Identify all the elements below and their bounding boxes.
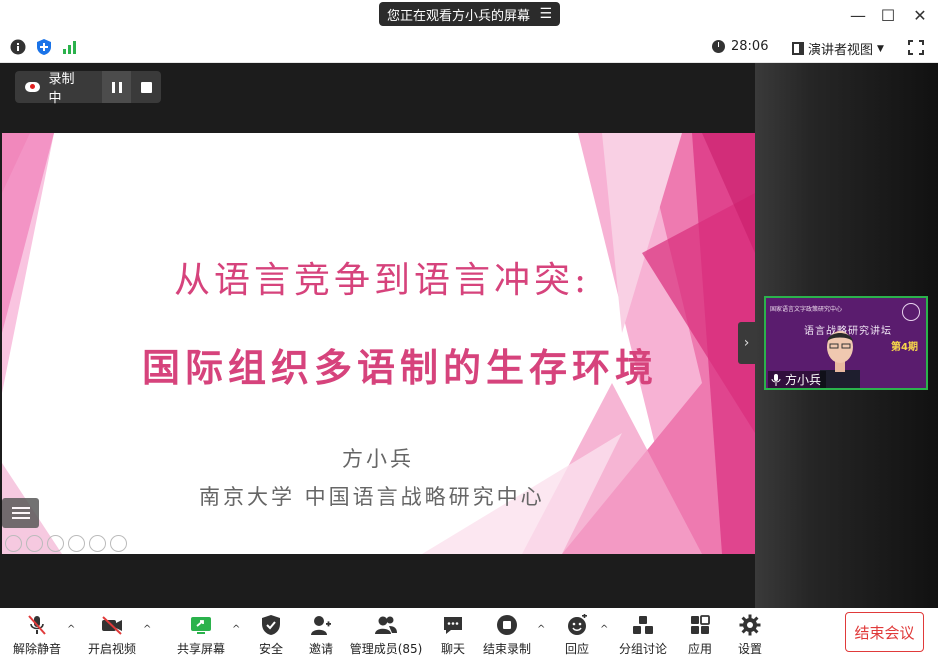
fullscreen-icon[interactable] — [908, 40, 924, 55]
reaction-icon — [568, 614, 587, 635]
invite-icon — [311, 616, 331, 635]
slides-grid-icon[interactable] — [68, 535, 85, 552]
unmute-label: 解除静音 — [13, 642, 62, 656]
breakout-rooms-button[interactable]: 分组讨论 — [619, 608, 668, 659]
chevron-down-icon: ▼ — [877, 43, 884, 54]
shared-screen-area: 录制中 从语言竞争到语言冲突: 国际组织多语制的生存环境 方小兵 南京大学 中国… — [0, 63, 755, 608]
cloud-record-icon — [25, 82, 41, 92]
zoom-icon[interactable] — [89, 535, 106, 552]
share-screen-icon — [191, 617, 211, 634]
invite-label: 邀请 — [308, 642, 333, 656]
settings-label: 设置 — [737, 642, 762, 656]
apps-label: 应用 — [687, 642, 712, 656]
security-button[interactable]: 安全 — [256, 608, 286, 659]
collapse-panel-chevron-icon[interactable]: › — [738, 322, 755, 364]
meeting-toolbar: 解除静音 ^ 开启视频 ^ 共享屏幕 ^ 安全 邀请 管理成员(85) 聊天 结… — [0, 608, 938, 659]
view-mode-label: 演讲者视图 — [808, 43, 874, 58]
recording-bar: 录制中 — [15, 71, 161, 106]
settings-button[interactable]: 设置 — [735, 608, 765, 659]
audio-options-chevron-icon[interactable]: ^ — [67, 624, 75, 635]
recording-status: 录制中 — [48, 72, 75, 106]
chat-button[interactable]: 聊天 — [438, 608, 468, 659]
maximize-button[interactable]: ☐ — [876, 6, 900, 25]
more-options-icon[interactable] — [110, 535, 127, 552]
participant-video-tile[interactable]: 国家语言文字政策研究中心 语言战略研究讲坛 第4期 方小兵 — [764, 296, 928, 390]
mic-icon — [771, 373, 781, 386]
gear-icon — [739, 614, 761, 636]
menu-icon[interactable]: ☰ — [539, 6, 552, 22]
participants-icon — [375, 616, 397, 634]
meeting-timer: 28:06 — [712, 39, 768, 54]
prev-slide-icon[interactable] — [5, 535, 22, 552]
info-bar: 28:06 演讲者视图 ▼ — [0, 32, 938, 63]
video-banner-issue: 第4期 — [891, 342, 918, 353]
slide-author: 方小兵 — [342, 447, 414, 471]
stop-recording-label: 结束录制 — [483, 642, 532, 656]
participant-name: 方小兵 — [785, 373, 822, 387]
share-screen-label: 共享屏幕 — [177, 642, 226, 656]
info-icon[interactable] — [10, 39, 26, 55]
clock-icon — [712, 40, 725, 53]
reactions-options-chevron-icon[interactable]: ^ — [600, 624, 608, 635]
chat-icon — [444, 617, 462, 634]
title-bar: 您正在观看方小兵的屏幕 ☰ — ☐ ✕ — [0, 0, 938, 32]
start-video-label: 开启视频 — [88, 642, 137, 656]
seal-icon — [902, 303, 920, 321]
reactions-label: 回应 — [564, 642, 589, 656]
view-layout-icon — [792, 42, 804, 55]
participants-label: 管理成员(85) — [349, 642, 423, 656]
reactions-button[interactable]: 回应 — [562, 608, 592, 659]
record-options-chevron-icon[interactable]: ^ — [537, 624, 545, 635]
timer-value: 28:06 — [731, 39, 769, 54]
invite-button[interactable]: 邀请 — [306, 608, 336, 659]
next-slide-icon[interactable] — [26, 535, 43, 552]
stop-recording-toolbar-button[interactable]: 结束录制 — [483, 608, 532, 659]
pause-recording-button[interactable] — [102, 71, 132, 103]
signal-strength-icon[interactable] — [62, 39, 78, 55]
participant-name-tag: 方小兵 — [768, 371, 827, 388]
unmute-button[interactable]: 解除静音 — [13, 608, 62, 659]
share-screen-button[interactable]: 共享屏幕 — [177, 608, 226, 659]
shield-icon — [262, 615, 280, 635]
video-off-icon — [102, 616, 122, 635]
view-mode-dropdown[interactable]: 演讲者视图 ▼ — [792, 39, 884, 58]
breakout-rooms-label: 分组讨论 — [619, 642, 668, 656]
end-meeting-button[interactable]: 结束会议 — [845, 612, 924, 652]
slide-list-button[interactable] — [2, 498, 39, 528]
breakout-icon — [633, 616, 653, 634]
minimize-button[interactable]: — — [846, 6, 870, 25]
stop-record-icon — [497, 615, 517, 635]
presentation-slide: 从语言竞争到语言冲突: 国际组织多语制的生存环境 方小兵 南京大学 中国语言战略… — [2, 133, 755, 554]
slide-affiliation: 南京大学 中国语言战略研究中心 — [199, 485, 545, 509]
start-video-button[interactable]: 开启视频 — [88, 608, 137, 659]
share-banner[interactable]: 您正在观看方小兵的屏幕 ☰ — [379, 2, 560, 26]
share-banner-label: 您正在观看方小兵的屏幕 — [387, 8, 531, 24]
slide-nav-controls — [5, 535, 127, 552]
apps-button[interactable]: 应用 — [685, 608, 715, 659]
participants-button[interactable]: 管理成员(85) — [350, 608, 422, 659]
video-options-chevron-icon[interactable]: ^ — [143, 624, 151, 635]
slide-title-line1: 从语言竞争到语言冲突: — [174, 260, 591, 301]
apps-icon — [691, 615, 710, 634]
encryption-shield-icon[interactable] — [36, 39, 52, 55]
chat-label: 聊天 — [440, 642, 465, 656]
share-options-chevron-icon[interactable]: ^ — [232, 624, 240, 635]
close-button[interactable]: ✕ — [908, 6, 932, 25]
slide-title-line2: 国际组织多语制的生存环境 — [142, 345, 659, 390]
pen-icon[interactable] — [47, 535, 64, 552]
security-label: 安全 — [258, 642, 283, 656]
video-banner-header: 国家语言文字政策研究中心 — [770, 306, 843, 313]
stop-recording-button[interactable] — [131, 71, 161, 103]
mic-muted-icon — [28, 615, 46, 635]
